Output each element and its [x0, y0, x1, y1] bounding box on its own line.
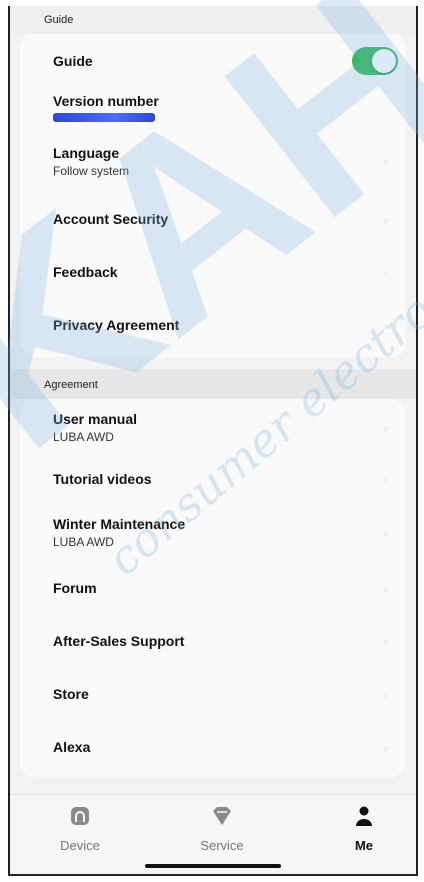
feedback-row[interactable]: Feedback ›	[20, 245, 406, 298]
winter-maintenance-title: Winter Maintenance	[53, 515, 186, 532]
account-security-row[interactable]: Account Security ›	[20, 192, 406, 245]
after-sales-support-title: After-Sales Support	[53, 632, 185, 649]
store-row[interactable]: Store ›	[20, 667, 406, 720]
tutorial-videos-title: Tutorial videos	[53, 471, 152, 487]
store-title: Store	[53, 685, 89, 702]
chevron-right-icon: ›	[383, 419, 388, 435]
guide-card: Guide Version number Language Follow sys…	[20, 34, 406, 357]
chevron-right-icon: ›	[383, 579, 388, 596]
privacy-agreement-row[interactable]: Privacy Agreement ›	[20, 298, 406, 351]
winter-maintenance-model: LUBA AWD	[53, 534, 114, 549]
after-sales-support-row[interactable]: After-Sales Support ›	[20, 614, 406, 667]
guide-title: Guide	[53, 53, 93, 69]
version-number-row: Version number	[20, 84, 406, 130]
language-title: Language	[53, 144, 120, 161]
guide-toggle[interactable]	[352, 47, 398, 75]
alexa-title: Alexa	[53, 738, 91, 755]
user-manual-model: LUBA AWD	[53, 429, 114, 444]
user-manual-row[interactable]: User manual LUBA AWD ›	[20, 399, 406, 455]
toggle-knob	[372, 49, 396, 73]
shield-icon	[213, 807, 231, 825]
account-security-title: Account Security	[53, 210, 169, 227]
winter-maintenance-row[interactable]: Winter Maintenance LUBA AWD ›	[20, 503, 406, 561]
tutorial-videos-row[interactable]: Tutorial videos ›	[20, 455, 406, 503]
home-indicator	[145, 864, 281, 868]
redacted-version-value	[53, 112, 155, 122]
chevron-right-icon: ›	[383, 210, 388, 227]
person-icon	[356, 806, 372, 826]
tab-me-label: Me	[354, 838, 374, 853]
version-number-title: Version number	[53, 92, 159, 109]
user-manual-title: User manual	[53, 410, 138, 427]
tab-service[interactable]: Service	[182, 805, 262, 853]
settings-screen: Guide Guide Version number Language Foll…	[8, 6, 418, 876]
forum-row[interactable]: Forum ›	[20, 561, 406, 614]
chevron-right-icon: ›	[383, 471, 388, 487]
chevron-right-icon: ›	[383, 316, 388, 333]
chevron-right-icon: ›	[383, 153, 388, 169]
alexa-row[interactable]: Alexa ›	[20, 720, 406, 773]
bottom-tab-bar: Device Service Me	[10, 794, 416, 874]
tab-device-label: Device	[60, 838, 100, 853]
feedback-title: Feedback	[53, 263, 118, 280]
agreement-section-header: Agreement	[10, 369, 416, 399]
privacy-agreement-title: Privacy Agreement	[53, 316, 180, 333]
language-row[interactable]: Language Follow system ›	[20, 130, 406, 192]
agreement-card: User manual LUBA AWD › Tutorial videos ›…	[20, 399, 406, 777]
chevron-right-icon: ›	[383, 632, 388, 649]
chevron-right-icon: ›	[383, 738, 388, 755]
chevron-right-icon: ›	[383, 524, 388, 540]
guide-section-header: Guide	[10, 6, 416, 34]
home-icon	[71, 807, 89, 825]
tab-me[interactable]: Me	[324, 805, 404, 853]
language-value: Follow system	[53, 163, 130, 178]
tab-device[interactable]: Device	[40, 805, 120, 853]
guide-row: Guide	[20, 38, 406, 84]
chevron-right-icon: ›	[383, 685, 388, 702]
tab-service-label: Service	[200, 838, 244, 853]
chevron-right-icon: ›	[383, 263, 388, 280]
forum-title: Forum	[53, 579, 97, 596]
